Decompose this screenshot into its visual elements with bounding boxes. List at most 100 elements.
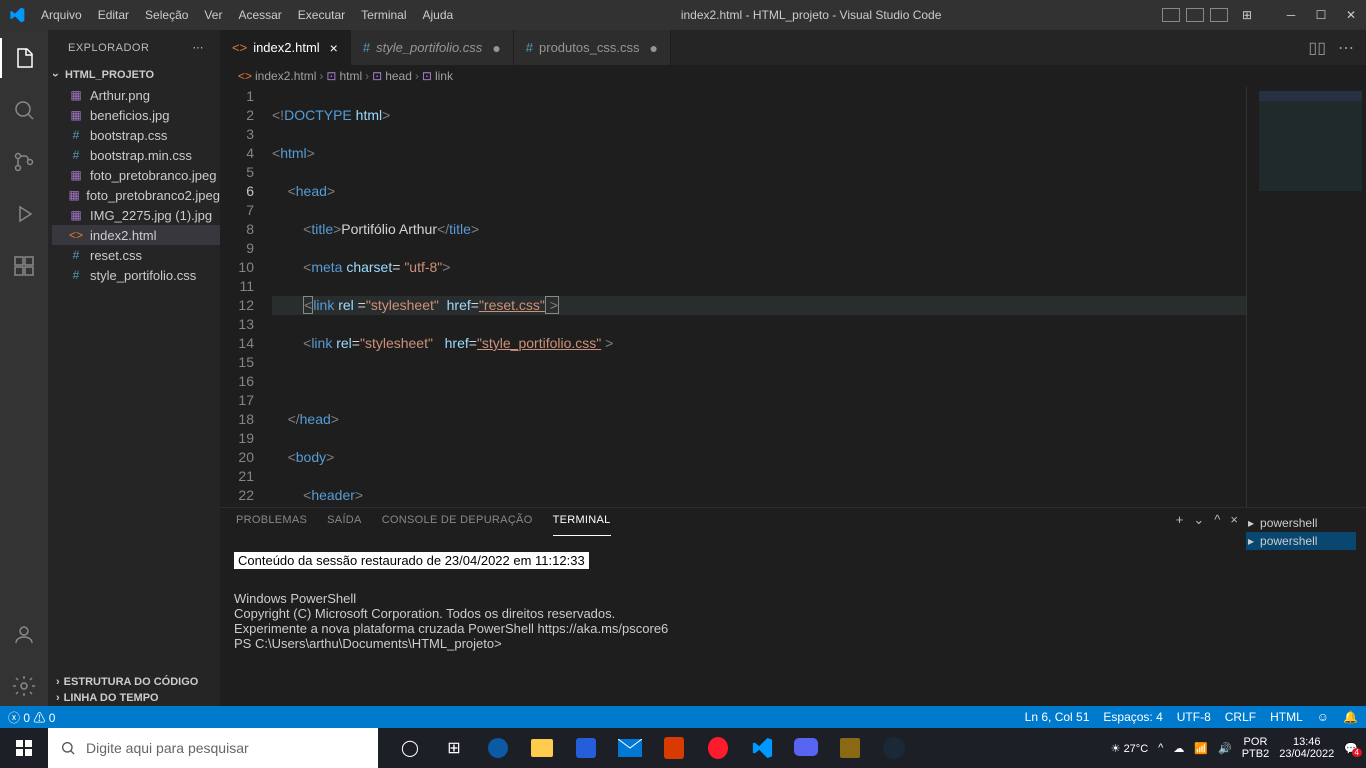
panel-tab-terminal[interactable]: TERMINAL bbox=[553, 514, 611, 536]
menu-arquivo[interactable]: Arquivo bbox=[34, 8, 89, 22]
sidebar-title: EXPLORADOR bbox=[68, 42, 149, 54]
status-position[interactable]: Ln 6, Col 51 bbox=[1025, 710, 1090, 724]
tab-produtos[interactable]: #produtos_css.css● bbox=[514, 30, 671, 65]
tab-index2[interactable]: <>index2.html× bbox=[220, 30, 351, 65]
panel-tab-debug[interactable]: CONSOLE DE DEPURAÇÃO bbox=[382, 514, 533, 536]
project-header[interactable]: HTML_PROJETO bbox=[48, 65, 220, 85]
menu-terminal[interactable]: Terminal bbox=[354, 8, 413, 22]
minimize-button[interactable]: ─ bbox=[1276, 8, 1306, 22]
activity-bar bbox=[0, 30, 48, 706]
file-item[interactable]: <>index2.html bbox=[52, 225, 220, 245]
tab-style[interactable]: #style_portifolio.css● bbox=[351, 30, 514, 65]
file-item[interactable]: ▦beneficios.jpg bbox=[52, 105, 220, 125]
file-item[interactable]: #bootstrap.css bbox=[52, 125, 220, 145]
status-spaces[interactable]: Espaços: 4 bbox=[1103, 710, 1162, 724]
language-indicator[interactable]: PORPTB2 bbox=[1242, 736, 1270, 760]
file-item[interactable]: #reset.css bbox=[52, 245, 220, 265]
office-icon[interactable] bbox=[654, 728, 694, 768]
tray-chevron-icon[interactable]: ^ bbox=[1158, 742, 1163, 754]
taskview2-icon[interactable]: ⊞ bbox=[434, 728, 474, 768]
accounts-icon[interactable] bbox=[0, 614, 48, 654]
file-list: ▦Arthur.png ▦beneficios.jpg #bootstrap.c… bbox=[48, 85, 220, 674]
maximize-button[interactable]: ☐ bbox=[1306, 8, 1336, 22]
taskview-icon[interactable]: ◯ bbox=[390, 728, 430, 768]
explorer-app-icon[interactable] bbox=[522, 728, 562, 768]
menu-selecao[interactable]: Seleção bbox=[138, 8, 195, 22]
vscode-app-icon[interactable] bbox=[742, 728, 782, 768]
breadcrumb[interactable]: <>index2.html› ⊡html› ⊡head› ⊡link bbox=[220, 65, 1366, 87]
panel-tab-problems[interactable]: PROBLEMAS bbox=[236, 514, 307, 536]
file-item[interactable]: ▦foto_pretobranco.jpeg bbox=[52, 165, 220, 185]
source-control-icon[interactable] bbox=[0, 142, 48, 182]
extensions-icon[interactable] bbox=[0, 246, 48, 286]
discord-icon[interactable] bbox=[786, 728, 826, 768]
file-item[interactable]: ▦Arthur.png bbox=[52, 85, 220, 105]
layout-controls[interactable]: ⊞ bbox=[1162, 8, 1260, 22]
file-item[interactable]: #bootstrap.min.css bbox=[52, 145, 220, 165]
file-item[interactable]: ▦foto_pretobranco2.jpeg bbox=[52, 185, 220, 205]
menu-ver[interactable]: Ver bbox=[197, 8, 229, 22]
terminal-list: ▸powershell ▸powershell bbox=[1246, 508, 1366, 706]
bottom-panel: PROBLEMAS SAÍDA CONSOLE DE DEPURAÇÃO TER… bbox=[220, 507, 1366, 706]
new-terminal-icon[interactable]: + bbox=[1176, 512, 1184, 528]
weather-widget[interactable]: ☀ 27°C bbox=[1111, 742, 1149, 755]
file-item[interactable]: #style_portifolio.css bbox=[52, 265, 220, 285]
volume-icon[interactable]: 🔊 bbox=[1218, 742, 1232, 755]
sidebar-more-icon[interactable]: ⋯ bbox=[193, 41, 205, 54]
notification-center-icon[interactable]: 💬4 bbox=[1344, 742, 1358, 755]
minimap[interactable] bbox=[1246, 87, 1366, 507]
mail-icon[interactable] bbox=[610, 728, 650, 768]
status-bar: ⓧ 0 ⚠ 0 Ln 6, Col 51 Espaços: 4 UTF-8 CR… bbox=[0, 706, 1366, 728]
explorer-icon[interactable] bbox=[0, 38, 48, 78]
status-language[interactable]: HTML bbox=[1270, 710, 1303, 724]
opera-icon[interactable] bbox=[698, 728, 738, 768]
close-button[interactable]: ✕ bbox=[1336, 8, 1366, 22]
status-encoding[interactable]: UTF-8 bbox=[1177, 710, 1211, 724]
dirty-indicator-icon: ● bbox=[649, 40, 657, 56]
system-tray: ☀ 27°C ^ ☁ 📶 🔊 PORPTB2 13:4623/04/2022 💬… bbox=[1111, 736, 1366, 760]
timeline-section[interactable]: ›LINHA DO TEMPO bbox=[48, 690, 220, 706]
outline-section[interactable]: ›ESTRUTURA DO CÓDIGO bbox=[48, 674, 220, 690]
panel-tab-output[interactable]: SAÍDA bbox=[327, 514, 362, 536]
menu-bar: Arquivo Editar Seleção Ver Acessar Execu… bbox=[34, 8, 460, 22]
search-icon[interactable] bbox=[0, 90, 48, 130]
split-editor-icon[interactable]: ▯▯ bbox=[1308, 38, 1326, 58]
settings-icon[interactable] bbox=[0, 666, 48, 706]
dirty-indicator-icon: ● bbox=[492, 40, 500, 56]
edge-icon[interactable] bbox=[478, 728, 518, 768]
window-title: index2.html - HTML_projeto - Visual Stud… bbox=[460, 8, 1162, 22]
editor-area: <>index2.html× #style_portifolio.css● #p… bbox=[220, 30, 1366, 706]
store-icon[interactable] bbox=[566, 728, 606, 768]
feedback-icon[interactable]: ☺ bbox=[1317, 710, 1329, 724]
taskbar-search[interactable]: Digite aqui para pesquisar bbox=[48, 728, 378, 768]
line-numbers: 12345678910111213141516171819202122 bbox=[220, 87, 272, 507]
close-panel-icon[interactable]: × bbox=[1230, 512, 1238, 528]
more-actions-icon[interactable]: ⋯ bbox=[1338, 38, 1354, 58]
start-button[interactable] bbox=[0, 728, 48, 768]
notifications-icon[interactable]: 🔔 bbox=[1343, 710, 1358, 724]
onedrive-icon[interactable]: ☁ bbox=[1173, 742, 1184, 755]
clock[interactable]: 13:4623/04/2022 bbox=[1279, 736, 1334, 760]
vscode-logo-icon bbox=[0, 7, 34, 23]
terminal-dropdown-icon[interactable]: ⌄ bbox=[1193, 512, 1204, 528]
code-editor[interactable]: 12345678910111213141516171819202122 <!DO… bbox=[220, 87, 1366, 507]
menu-editar[interactable]: Editar bbox=[91, 8, 136, 22]
status-eol[interactable]: CRLF bbox=[1225, 710, 1256, 724]
status-errors[interactable]: ⓧ 0 ⚠ 0 bbox=[8, 709, 55, 726]
steam-icon[interactable] bbox=[874, 728, 914, 768]
menu-ajuda[interactable]: Ajuda bbox=[416, 8, 461, 22]
menu-acessar[interactable]: Acessar bbox=[231, 8, 288, 22]
menu-executar[interactable]: Executar bbox=[291, 8, 352, 22]
wifi-icon[interactable]: 📶 bbox=[1194, 742, 1208, 755]
close-tab-icon[interactable]: × bbox=[330, 40, 338, 56]
run-debug-icon[interactable] bbox=[0, 194, 48, 234]
editor-tabs: <>index2.html× #style_portifolio.css● #p… bbox=[220, 30, 1366, 65]
terminal-content[interactable]: Conteúdo da sessão restaurado de 23/04/2… bbox=[220, 536, 1246, 706]
file-item[interactable]: ▦IMG_2275.jpg (1).jpg bbox=[52, 205, 220, 225]
terminal-item[interactable]: ▸powershell bbox=[1246, 532, 1356, 550]
terminal-item[interactable]: ▸powershell bbox=[1246, 514, 1356, 532]
maximize-panel-icon[interactable]: ^ bbox=[1214, 512, 1220, 528]
app-icon[interactable] bbox=[830, 728, 870, 768]
title-bar: Arquivo Editar Seleção Ver Acessar Execu… bbox=[0, 0, 1366, 30]
panel-tabs: PROBLEMAS SAÍDA CONSOLE DE DEPURAÇÃO TER… bbox=[220, 508, 1246, 536]
